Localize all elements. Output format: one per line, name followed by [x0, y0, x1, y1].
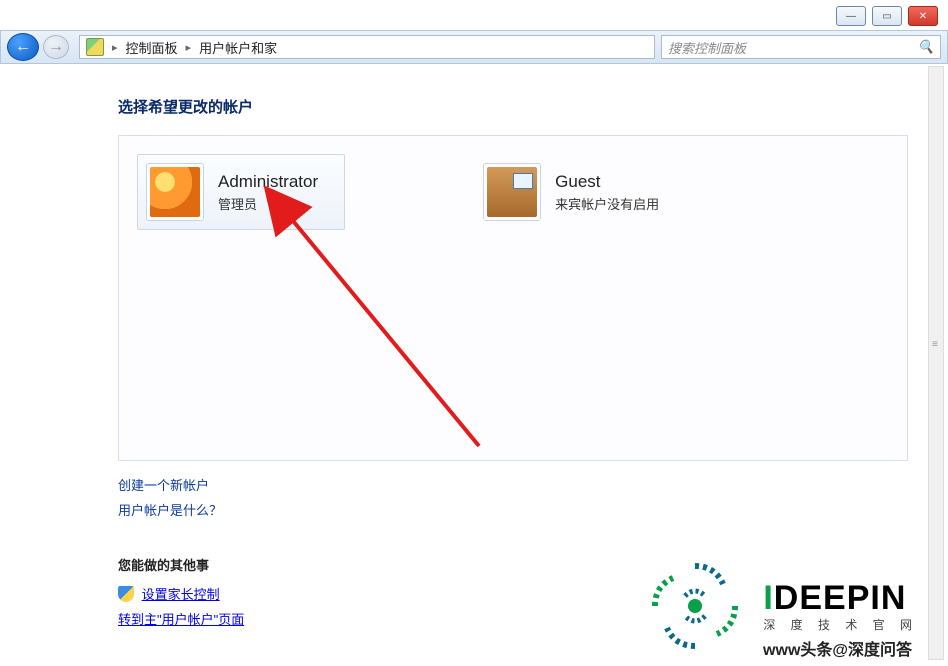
account-administrator[interactable]: Administrator 管理员: [137, 154, 345, 230]
search-input[interactable]: 搜索控制面板 🔍: [661, 35, 941, 59]
shield-icon: [118, 586, 134, 602]
avatar: [146, 163, 204, 221]
titlebar: ← → ▸ 控制面板 ▸ 用户帐户和家 搜索控制面板 🔍: [0, 30, 948, 64]
breadcrumb-sep-icon: ▸: [112, 41, 118, 54]
arrow-left-icon: ←: [15, 38, 31, 56]
breadcrumb-item[interactable]: 控制面板: [126, 38, 178, 57]
close-button[interactable]: ✕: [908, 6, 938, 26]
what-is-account-link[interactable]: 用户帐户是什么？: [118, 500, 222, 519]
account-role: 来宾帐户没有启用: [555, 194, 659, 213]
account-role: 管理员: [218, 194, 318, 213]
nav-back-button[interactable]: ←: [7, 33, 39, 61]
window-controls: — ▭ ✕: [836, 6, 938, 26]
avatar: [483, 163, 541, 221]
maximize-button[interactable]: ▭: [872, 6, 902, 26]
avatar-suitcase-icon: [487, 167, 537, 217]
goto-main-accounts-link[interactable]: 转到主"用户帐户"页面: [118, 612, 244, 627]
account-text: Administrator 管理员: [218, 172, 318, 213]
links-section: 创建一个新帐户 用户帐户是什么？: [118, 475, 908, 525]
account-guest[interactable]: Guest 来宾帐户没有启用: [475, 154, 685, 230]
breadcrumb[interactable]: ▸ 控制面板 ▸ 用户帐户和家: [79, 35, 655, 59]
account-list: Administrator 管理员 Guest 来宾帐户没有启用: [118, 135, 908, 461]
search-placeholder: 搜索控制面板: [668, 38, 746, 57]
minimize-button[interactable]: —: [836, 6, 866, 26]
arrow-right-icon: →: [48, 38, 64, 56]
brand-i: I: [763, 579, 773, 617]
watermark-text: IDEEPIN 深 度 技 术 官 网: [763, 579, 918, 633]
create-account-link[interactable]: 创建一个新帐户: [118, 475, 209, 494]
breadcrumb-item[interactable]: 用户帐户和家: [199, 38, 277, 57]
account-name: Guest: [555, 172, 659, 192]
brand-rest: DEEPIN: [774, 579, 907, 617]
nav-forward-button[interactable]: →: [43, 35, 69, 59]
swirl-icon: [645, 556, 745, 656]
vertical-scrollbar[interactable]: [928, 66, 944, 660]
breadcrumb-sep-icon: ▸: [186, 41, 192, 54]
watermark-credit: www头条@深度问答: [763, 636, 912, 660]
parental-controls-link[interactable]: 设置家长控制: [142, 587, 220, 602]
page-title: 选择希望更改的帐户: [118, 96, 908, 117]
avatar-flower-icon: [150, 167, 200, 217]
account-text: Guest 来宾帐户没有启用: [555, 172, 659, 213]
control-panel-icon: [86, 38, 104, 56]
account-name: Administrator: [218, 172, 318, 192]
brand-subtitle: 深 度 技 术 官 网: [763, 616, 918, 633]
search-icon[interactable]: 🔍: [918, 39, 934, 55]
